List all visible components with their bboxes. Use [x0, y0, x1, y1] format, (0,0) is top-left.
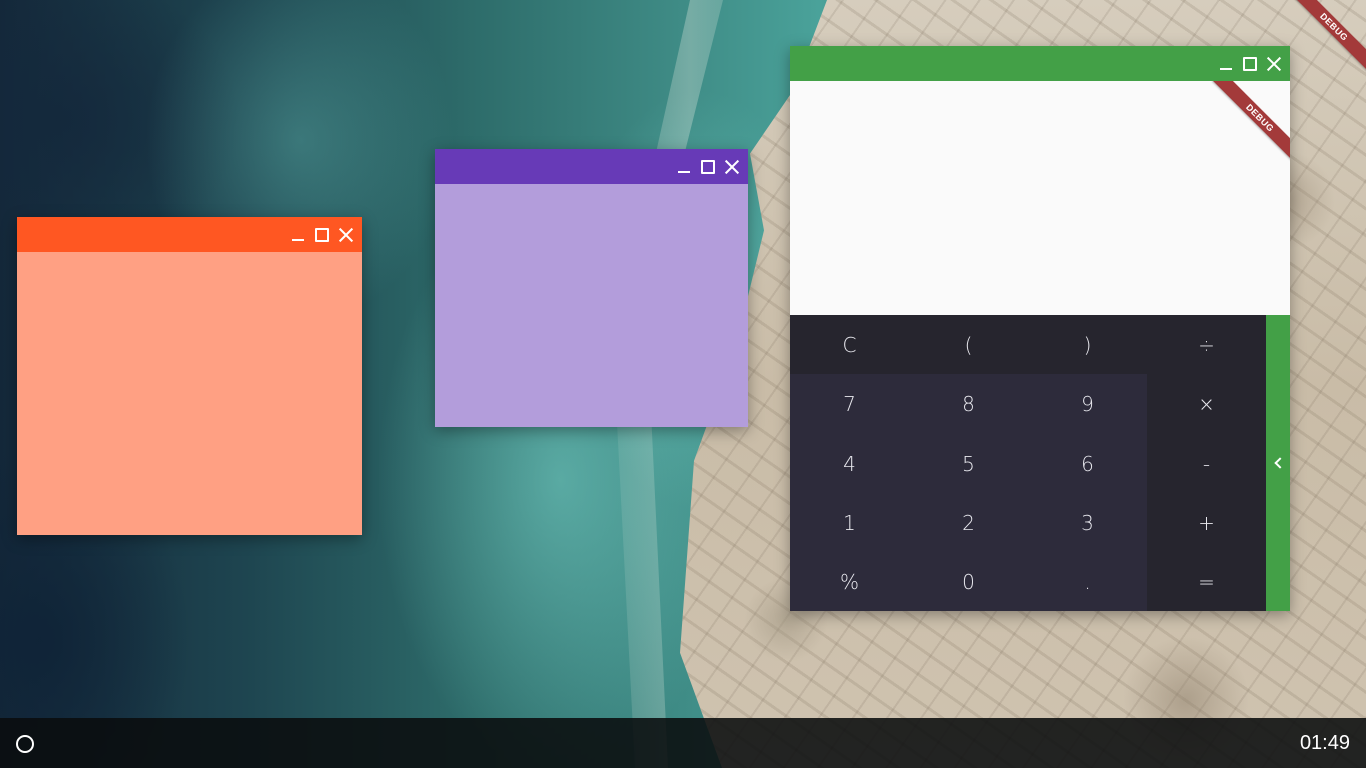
window-content: [435, 184, 748, 427]
key-4[interactable]: 4: [790, 434, 909, 493]
key-multiply[interactable]: ×: [1147, 374, 1266, 433]
calculator-keypad: C ( ) ÷ 7 8 9 × 4 5 6 - 1 2 3 + % 0 . =: [790, 315, 1266, 611]
window-titlebar[interactable]: [17, 217, 362, 252]
minimize-button[interactable]: [1214, 52, 1238, 76]
key-clear[interactable]: C: [790, 315, 909, 374]
close-button[interactable]: [720, 155, 744, 179]
launcher-button[interactable]: [16, 735, 34, 753]
window-calculator[interactable]: DEBUG C ( ) ÷ 7 8 9 × 4 5 6 - 1 2 3 + % …: [790, 46, 1290, 611]
maximize-button[interactable]: [1238, 52, 1262, 76]
key-6[interactable]: 6: [1028, 434, 1147, 493]
key-decimal[interactable]: .: [1028, 552, 1147, 611]
key-minus[interactable]: -: [1147, 434, 1266, 493]
key-5[interactable]: 5: [909, 434, 1028, 493]
chevron-left-icon: [1273, 457, 1286, 469]
minimize-icon: [678, 170, 690, 173]
key-divide[interactable]: ÷: [1147, 315, 1266, 374]
window-titlebar[interactable]: [435, 149, 748, 184]
maximize-button[interactable]: [696, 155, 720, 179]
taskbar: 01:49: [0, 718, 1366, 768]
key-2[interactable]: 2: [909, 493, 1028, 552]
taskbar-clock: 01:49: [1299, 732, 1350, 754]
key-plus[interactable]: +: [1147, 493, 1266, 552]
minimize-icon: [292, 238, 304, 241]
close-button[interactable]: [334, 223, 358, 247]
key-8[interactable]: 8: [909, 374, 1028, 433]
key-0[interactable]: 0: [909, 552, 1028, 611]
window-purple[interactable]: [435, 149, 748, 427]
key-open-paren[interactable]: (: [909, 315, 1028, 374]
key-close-paren[interactable]: ): [1028, 315, 1147, 374]
window-titlebar[interactable]: [790, 46, 1290, 81]
key-equals[interactable]: =: [1147, 552, 1266, 611]
key-9[interactable]: 9: [1028, 374, 1147, 433]
maximize-icon: [315, 227, 329, 242]
key-1[interactable]: 1: [790, 493, 909, 552]
minimize-button[interactable]: [672, 155, 696, 179]
maximize-icon: [1243, 56, 1257, 71]
maximize-button[interactable]: [310, 223, 334, 247]
maximize-icon: [701, 159, 715, 174]
key-3[interactable]: 3: [1028, 493, 1147, 552]
advanced-panel-toggle[interactable]: [1266, 315, 1290, 611]
close-icon: [723, 158, 741, 176]
key-percent[interactable]: %: [790, 552, 909, 611]
calculator-display: DEBUG: [790, 81, 1290, 315]
close-icon: [337, 226, 355, 244]
window-orange[interactable]: [17, 217, 362, 535]
minimize-icon: [1220, 67, 1232, 70]
key-7[interactable]: 7: [790, 374, 909, 433]
close-icon: [1265, 55, 1283, 73]
window-content: [17, 252, 362, 535]
minimize-button[interactable]: [286, 223, 310, 247]
debug-banner: DEBUG: [1212, 81, 1290, 166]
close-button[interactable]: [1262, 52, 1286, 76]
